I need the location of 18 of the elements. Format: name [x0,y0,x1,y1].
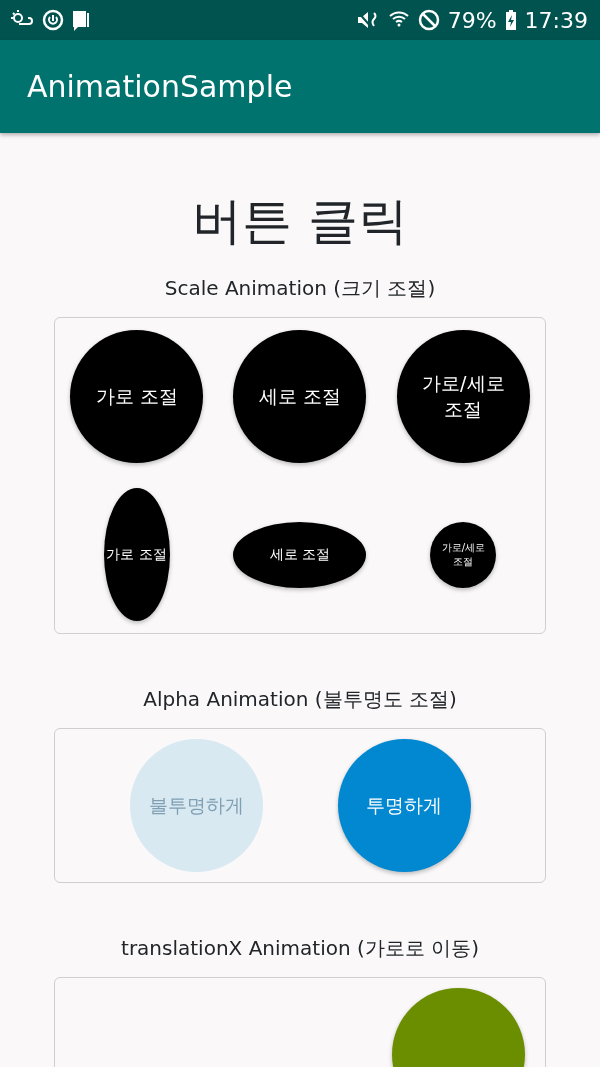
round-button[interactable]: 세로 조절 [233,521,367,588]
round-button[interactable]: 세로 조절 [233,330,367,463]
clock: 17:39 [524,6,588,35]
round-button[interactable]: 가로/세로 조절 [396,330,530,463]
round-button[interactable]: 가로 조절 [70,330,204,463]
round-button[interactable]: 가로 조절 [103,488,170,621]
battery-percent: 79% [447,6,497,35]
blocked-icon [417,9,440,31]
section-title: translationX Animation (가로로 이동) [120,935,480,962]
section-title: Alpha Animation (불투명도 조절) [142,686,458,713]
app-title: AnimationSample [27,68,293,106]
page-heading: 버튼 클릭 [191,191,409,251]
battery-charging-icon [504,9,517,31]
section-title: Scale Animation (크기 조절) [163,275,437,302]
power-icon [42,9,64,31]
round-button[interactable]: 가로/세로 조절 [430,521,497,588]
document-icon [72,9,90,31]
round-button[interactable]: 투명하게 [337,739,471,872]
